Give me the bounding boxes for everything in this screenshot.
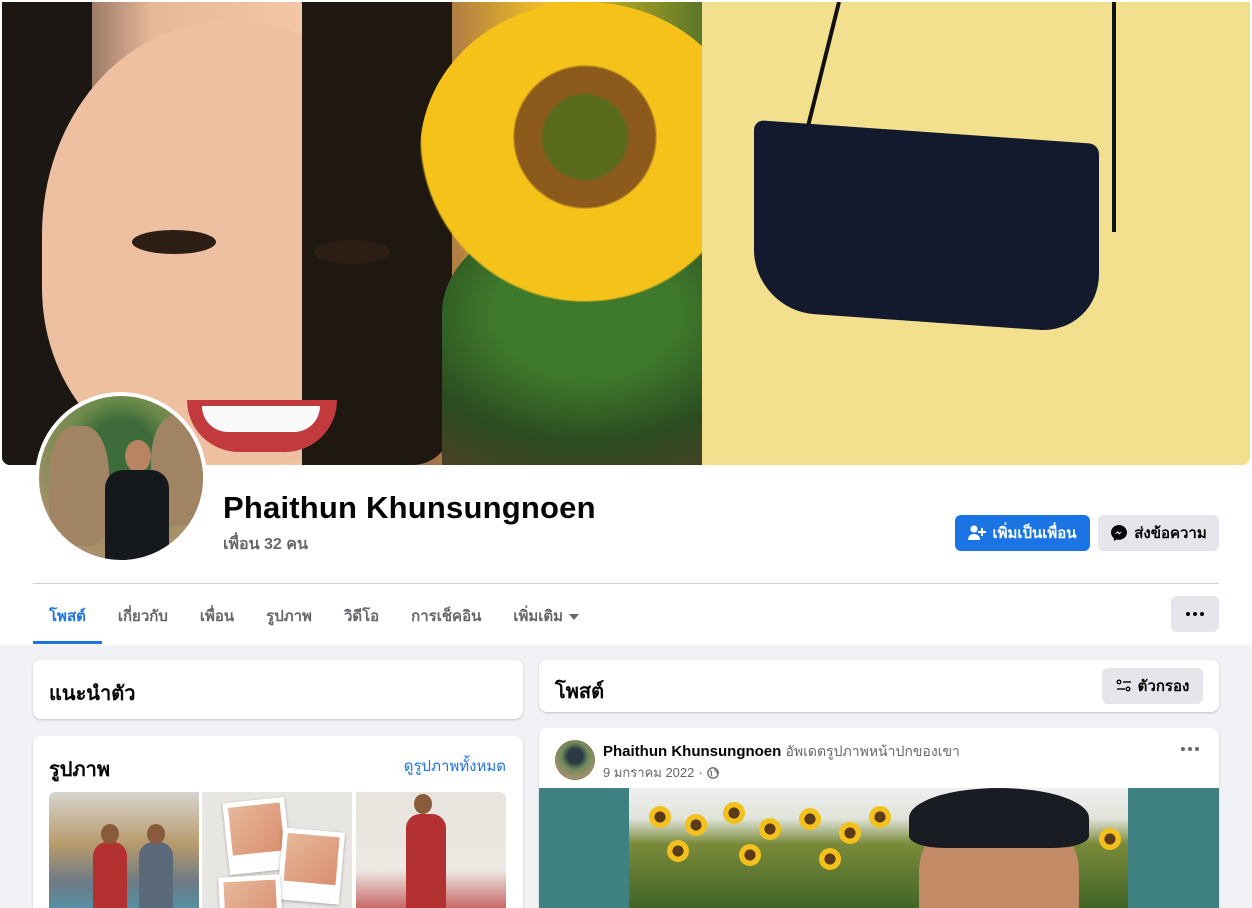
add-friend-button[interactable]: เพิ่มเป็นเพื่อน <box>955 515 1090 551</box>
post-image[interactable] <box>539 788 1219 908</box>
posts-header: โพสต์ ตัวกรอง <box>539 660 1219 712</box>
post-author[interactable]: Phaithun Khunsungnoen <box>603 743 781 760</box>
tab-friends[interactable]: เพื่อน <box>184 588 250 644</box>
photo-thumbnail[interactable] <box>49 792 199 908</box>
filter-icon <box>1116 679 1131 692</box>
profile-tabs: โพสต์ เกี่ยวกับ เพื่อน รูปภาพ วิดีโอ การ… <box>33 588 595 644</box>
tab-about[interactable]: เกี่ยวกับ <box>102 588 184 644</box>
meta-separator: · <box>698 765 703 780</box>
profile-avatar[interactable] <box>35 392 207 564</box>
globe-icon <box>706 766 719 779</box>
post-author-avatar[interactable] <box>555 740 595 780</box>
add-friend-icon <box>968 525 987 540</box>
intro-card: แนะนำตัว <box>33 660 523 719</box>
friends-count[interactable]: เพื่อน 32 คน <box>223 532 308 557</box>
post-header-line: Phaithun Khunsungnoen อัพเดตรูปภาพหน้าปก… <box>603 741 960 763</box>
messenger-icon <box>1111 525 1128 541</box>
tab-posts[interactable]: โพสต์ <box>33 588 102 644</box>
caret-down-icon <box>569 614 580 620</box>
more-dots-icon <box>1181 747 1185 751</box>
profile-more-button[interactable] <box>1171 596 1219 632</box>
post-options-button[interactable] <box>1181 747 1199 751</box>
filter-label: ตัวกรอง <box>1137 678 1190 695</box>
profile-header: Phaithun Khunsungnoen เพื่อน 32 คน เพิ่ม… <box>0 0 1252 645</box>
more-dots-icon <box>1186 612 1190 616</box>
post-photo <box>629 788 1128 908</box>
see-all-photos-link[interactable]: ดูรูปภาพทั้งหมด <box>404 754 506 778</box>
cover-photo[interactable] <box>2 2 1250 465</box>
header-divider <box>33 583 1219 584</box>
posts-title: โพสต์ <box>555 681 605 703</box>
add-friend-label: เพิ่มเป็นเพื่อน <box>992 525 1077 542</box>
tab-photos[interactable]: รูปภาพ <box>250 588 328 644</box>
tab-videos[interactable]: วิดีโอ <box>328 588 395 644</box>
photos-title: รูปภาพ <box>49 759 111 781</box>
post-meta: 9 มกราคม 2022 · <box>603 762 719 783</box>
send-message-label: ส่งข้อความ <box>1134 525 1207 542</box>
photo-thumbnail[interactable] <box>202 792 352 908</box>
profile-name: Phaithun Khunsungnoen <box>223 490 596 525</box>
post-action: อัพเดตรูปภาพหน้าปกของเขา <box>785 743 960 759</box>
tab-checkins[interactable]: การเช็คอิน <box>395 588 497 644</box>
post-date[interactable]: 9 มกราคม 2022 <box>603 762 694 783</box>
photos-card: รูปภาพ ดูรูปภาพทั้งหมด <box>33 736 523 908</box>
filter-button[interactable]: ตัวกรอง <box>1102 668 1203 704</box>
send-message-button[interactable]: ส่งข้อความ <box>1098 515 1219 551</box>
photo-thumbnail[interactable] <box>356 792 506 908</box>
intro-title: แนะนำตัว <box>49 683 136 705</box>
tab-more[interactable]: เพิ่มเติม <box>497 588 595 644</box>
post-card: Phaithun Khunsungnoen อัพเดตรูปภาพหน้าปก… <box>539 728 1219 908</box>
